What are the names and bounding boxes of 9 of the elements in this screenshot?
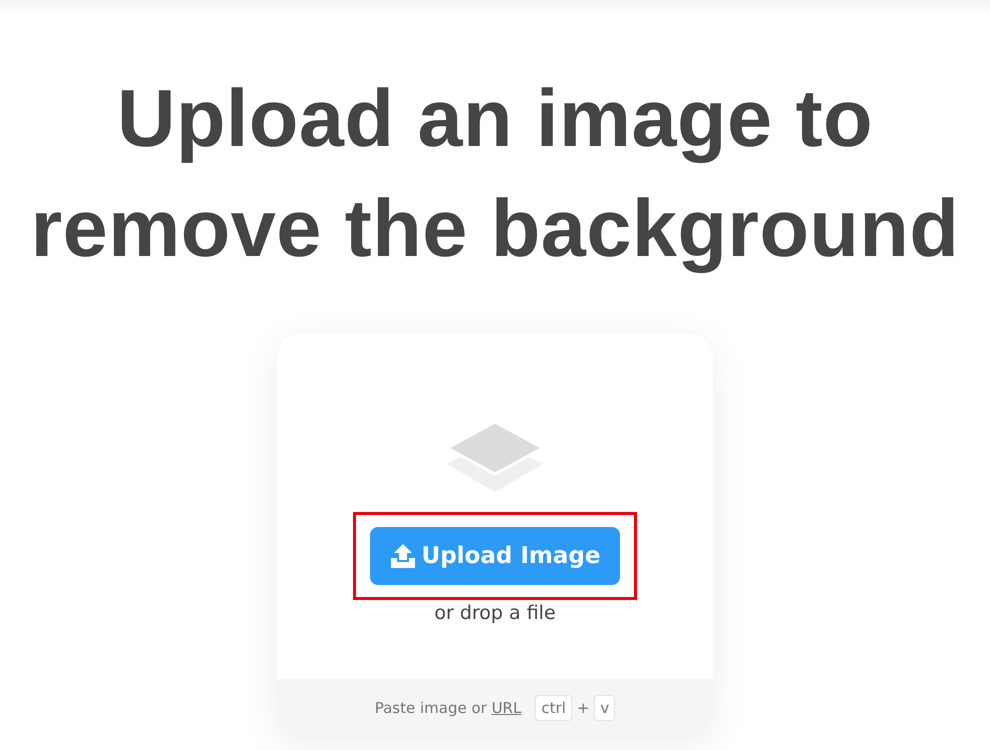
page-heading: Upload an image to remove the background [30,73,960,276]
keyboard-key: v [594,694,616,720]
paste-hint: Paste image or URL [374,698,522,716]
url-link[interactable]: URL [492,698,522,716]
keyboard-key: ctrl [535,694,572,720]
upload-icon [390,543,416,569]
upload-image-button[interactable]: Upload Image [370,527,620,585]
plus-sign: + [576,698,590,716]
drop-hint: or drop a file [434,602,556,624]
